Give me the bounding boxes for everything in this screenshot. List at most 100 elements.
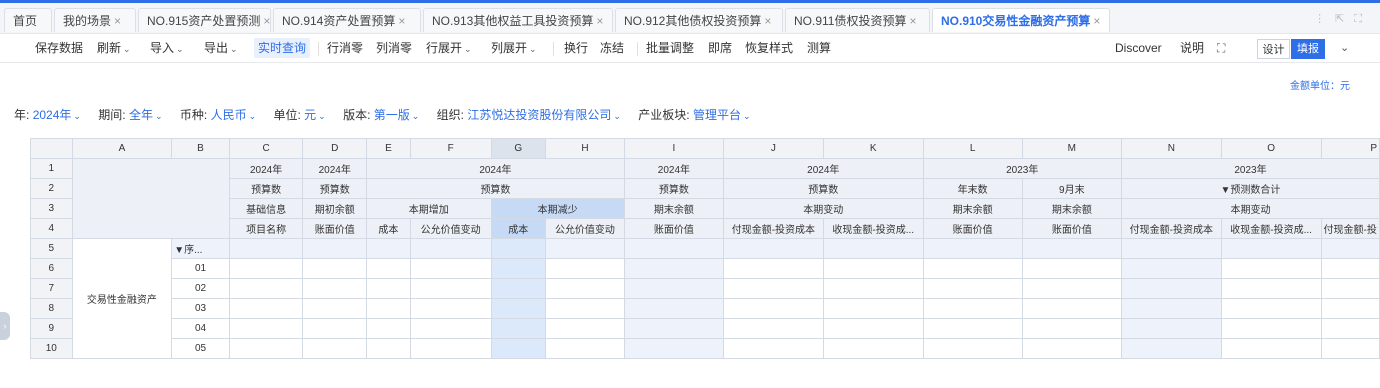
batch-adjust-button[interactable]: 批量调整 [646, 38, 694, 58]
column-header-selected[interactable]: G [490, 138, 547, 159]
data-cell[interactable] [366, 238, 411, 259]
data-cell[interactable] [366, 318, 411, 339]
close-icon[interactable]: × [1093, 14, 1100, 28]
data-cell[interactable] [1021, 318, 1122, 339]
data-cell[interactable] [302, 318, 368, 339]
close-icon[interactable]: × [114, 14, 121, 28]
data-cell-selected[interactable] [490, 258, 547, 279]
tab-no913[interactable]: NO.913其他权益工具投资预算 × [423, 8, 613, 32]
data-cell[interactable] [302, 298, 368, 319]
seq-cell[interactable]: 05 [171, 338, 230, 359]
data-cell[interactable] [228, 338, 304, 359]
seq-cell[interactable]: 01 [171, 258, 230, 279]
data-cell[interactable] [545, 238, 625, 259]
tab-no911[interactable]: NO.911债权投资预算 × [785, 8, 930, 32]
data-cell[interactable] [409, 338, 492, 359]
column-header[interactable]: I [623, 138, 724, 159]
data-cell[interactable] [1220, 258, 1322, 279]
data-cell[interactable] [1021, 338, 1122, 359]
period-filter-select[interactable]: 全年 ⌄ [129, 108, 163, 122]
row-number[interactable]: 6 [30, 258, 73, 279]
fill-mode-button[interactable]: 填报 [1291, 39, 1325, 59]
data-cell[interactable] [228, 298, 304, 319]
seq-cell[interactable]: 02 [171, 278, 230, 299]
col-zero-button[interactable]: 列消零 [376, 38, 412, 58]
data-cell[interactable] [302, 278, 368, 299]
row-number[interactable]: 1 [30, 158, 73, 179]
data-cell[interactable] [1021, 258, 1122, 279]
corner-cell[interactable] [30, 138, 73, 159]
sector-filter-select[interactable]: 管理平台 ⌄ [693, 108, 751, 122]
panel-toggle-handle[interactable]: › [0, 312, 10, 340]
row-expand-button[interactable]: 行展开 ⌄ [426, 38, 472, 58]
import-button[interactable]: 导入 ⌄ [150, 38, 184, 58]
data-cell[interactable] [623, 318, 724, 339]
tab-no910[interactable]: NO.910交易性金融资产预算 × [932, 8, 1110, 32]
data-cell[interactable] [722, 278, 824, 299]
data-cell[interactable] [228, 278, 304, 299]
data-cell[interactable] [228, 238, 304, 259]
window-controls[interactable]: ⋮⇱⛶ [1314, 12, 1372, 26]
data-cell[interactable] [228, 318, 304, 339]
data-cell[interactable] [409, 238, 492, 259]
column-header[interactable]: F [409, 138, 492, 159]
close-icon[interactable]: × [398, 14, 405, 28]
tab-my-scene[interactable]: 我的场景 × [54, 8, 136, 32]
discover-button[interactable]: Discover [1115, 38, 1162, 58]
data-cell[interactable] [302, 258, 368, 279]
refresh-button[interactable]: 刷新 ⌄ [97, 38, 131, 58]
version-filter-select[interactable]: 第一版 ⌄ [374, 108, 420, 122]
column-header[interactable]: J [722, 138, 824, 159]
data-cell[interactable] [1320, 298, 1380, 319]
freeze-button[interactable]: 冻结 [600, 38, 624, 58]
data-cell[interactable] [722, 238, 824, 259]
data-cell[interactable] [722, 258, 824, 279]
test-calc-button[interactable]: 测算 [807, 38, 831, 58]
data-cell[interactable] [545, 278, 625, 299]
column-header[interactable]: P [1320, 138, 1380, 159]
data-cell[interactable] [1320, 258, 1380, 279]
data-cell[interactable] [822, 278, 924, 299]
data-cell[interactable] [409, 298, 492, 319]
help-button[interactable]: 说明 [1180, 38, 1204, 58]
tab-no914[interactable]: NO.914资产处置预算 × [273, 8, 421, 32]
design-mode-button[interactable]: 设计 [1257, 39, 1290, 59]
row-zero-button[interactable]: 行消零 [327, 38, 363, 58]
data-cell[interactable] [1320, 338, 1380, 359]
close-icon[interactable]: × [764, 14, 771, 28]
data-cell[interactable] [623, 338, 724, 359]
data-cell[interactable] [1320, 278, 1380, 299]
data-cell[interactable] [302, 238, 368, 259]
data-cell-selected[interactable] [490, 238, 547, 259]
data-cell[interactable] [1320, 318, 1380, 339]
data-cell[interactable] [1320, 238, 1380, 259]
seq-header-cell[interactable]: ▼序... [171, 238, 230, 259]
restore-style-button[interactable]: 恢复样式 [745, 38, 793, 58]
data-cell[interactable] [1120, 318, 1222, 339]
currency-filter-select[interactable]: 人民币 ⌄ [211, 108, 257, 122]
realtime-query-button[interactable]: 实时查询 [254, 38, 311, 58]
data-cell[interactable] [1021, 278, 1122, 299]
data-cell[interactable] [1120, 278, 1222, 299]
column-header[interactable]: D [302, 138, 368, 159]
column-header[interactable]: K [822, 138, 924, 159]
column-header[interactable]: H [545, 138, 625, 159]
data-cell[interactable] [623, 238, 724, 259]
column-header[interactable]: L [922, 138, 1023, 159]
data-cell-selected[interactable] [490, 318, 547, 339]
column-header[interactable]: N [1120, 138, 1222, 159]
tab-no915[interactable]: NO.915资产处置预测 × [138, 8, 271, 32]
fullscreen-icon[interactable]: ⛶ [1217, 38, 1225, 58]
save-button[interactable]: 保存数据 [35, 38, 83, 58]
data-cell[interactable] [302, 338, 368, 359]
tab-home[interactable]: 首页 [4, 8, 52, 32]
data-cell[interactable] [545, 318, 625, 339]
row-number[interactable]: 3 [30, 198, 73, 219]
seq-cell[interactable]: 03 [171, 298, 230, 319]
year-filter-select[interactable]: 2024年 ⌄ [33, 108, 81, 122]
tab-no912[interactable]: NO.912其他债权投资预算 × [615, 8, 783, 32]
chevron-down-icon[interactable]: ⌄ [1340, 38, 1349, 58]
data-cell[interactable] [1021, 238, 1122, 259]
data-cell-selected[interactable] [490, 298, 547, 319]
row-number[interactable]: 4 [30, 218, 73, 239]
